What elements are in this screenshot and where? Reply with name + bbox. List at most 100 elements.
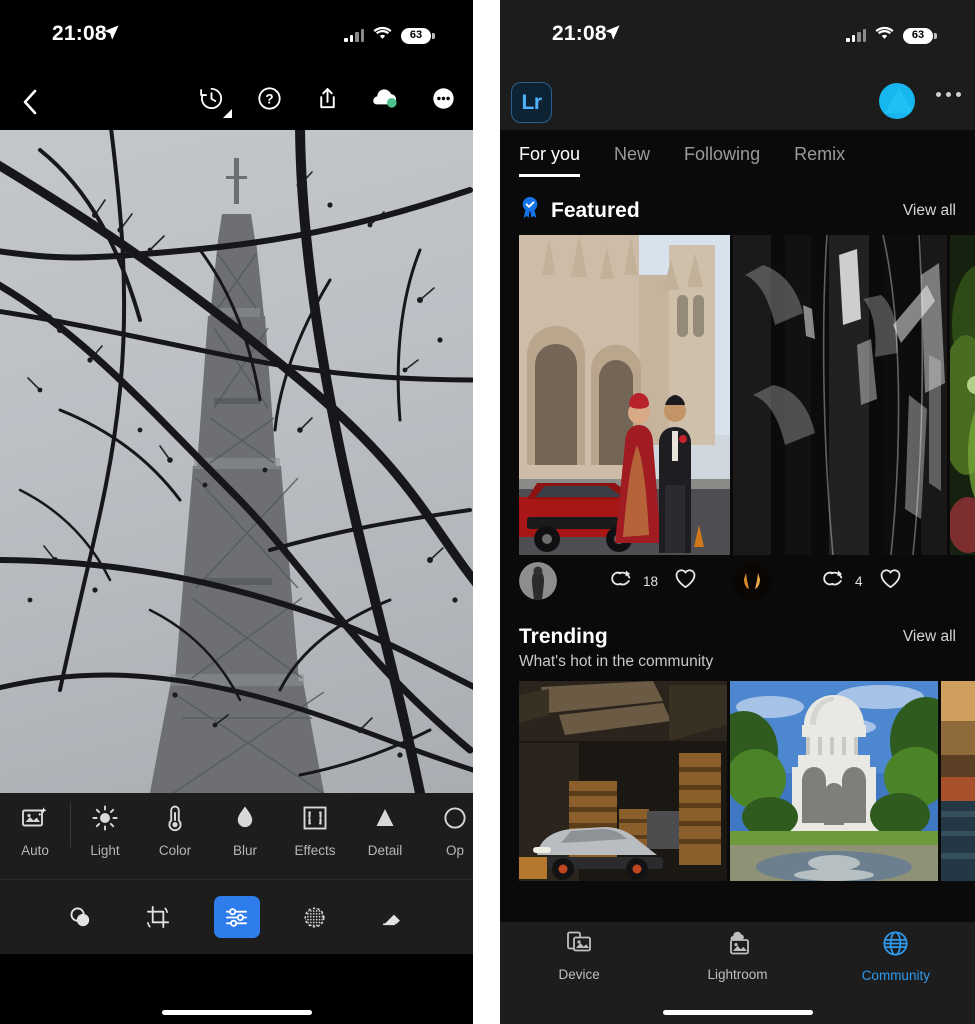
right-phone-screen: 21:08 63 Lr For you New Following Remix …: [500, 0, 975, 1024]
nav-label: Device: [558, 967, 600, 982]
trending-card[interactable]: [941, 681, 975, 881]
masking-button[interactable]: [292, 896, 338, 938]
trending-subtitle: What's hot in the community: [519, 653, 714, 670]
battery-indicator: 63: [903, 27, 937, 44]
frame-brackets-icon: [301, 803, 329, 833]
edit-tool-label: Auto: [21, 843, 49, 858]
featured-card-actions: 18: [611, 568, 697, 594]
location-arrow-icon: [103, 24, 120, 45]
edit-tool-label: Op: [445, 843, 464, 858]
edit-tool-color[interactable]: Color: [140, 793, 210, 858]
healing-eraser-button[interactable]: [370, 896, 416, 938]
nav-label: Lightroom: [707, 967, 768, 982]
battery-indicator: 63: [401, 27, 435, 44]
presets-button[interactable]: [58, 896, 104, 938]
status-time: 21:08: [52, 22, 107, 45]
featured-card[interactable]: [950, 235, 975, 555]
home-indicator: [662, 1010, 813, 1015]
crop-button[interactable]: [136, 896, 182, 938]
remix-icon[interactable]: [823, 569, 846, 593]
tab-remix[interactable]: Remix: [794, 144, 845, 169]
crop-rotate-icon: [146, 905, 170, 928]
screenshot-stage: 21:08 63 ? Auto Light Color Blur Effects…: [0, 0, 975, 1024]
location-arrow-icon: [604, 24, 621, 45]
tab-new[interactable]: New: [614, 144, 650, 169]
nav-device[interactable]: Device: [500, 930, 658, 982]
nav-label: Community: [861, 968, 930, 983]
bottom-navigation: Device Lightroom Community: [500, 922, 975, 1024]
tab-following[interactable]: Following: [684, 144, 760, 169]
featured-meta-row: 18 4: [500, 555, 975, 607]
device-photos-icon: [565, 930, 593, 961]
photo-canvas[interactable]: [0, 130, 473, 793]
lightroom-logo[interactable]: Lr: [511, 82, 552, 123]
cellular-bars-icon: [344, 29, 364, 42]
edit-tool-label: Detail: [367, 843, 403, 858]
featured-card[interactable]: [519, 235, 730, 555]
cloud-sync-icon[interactable]: [369, 82, 401, 114]
avatar[interactable]: [879, 83, 915, 119]
trending-photo-3: [941, 681, 975, 881]
community-header: Lr: [500, 72, 975, 130]
edit-tool-effects[interactable]: Effects: [280, 793, 350, 858]
cloud-photos-icon: [722, 930, 752, 961]
like-heart-icon[interactable]: [674, 568, 697, 594]
featured-title: Featured: [551, 198, 640, 222]
edit-tools-strip: Auto Light Color Blur Effects Detail Op: [0, 793, 473, 880]
help-icon[interactable]: ?: [253, 82, 285, 114]
lightroom-logo-text: Lr: [521, 90, 543, 114]
trending-photo-1: [519, 681, 727, 881]
status-time: 21:08: [552, 22, 607, 45]
nav-lightroom[interactable]: Lightroom: [658, 930, 816, 982]
editor-top-bar: ?: [0, 72, 473, 130]
dotted-circle-icon: [304, 906, 325, 928]
share-icon[interactable]: [311, 82, 343, 114]
edit-tool-label: Color: [158, 843, 192, 858]
home-indicator: [161, 1010, 312, 1015]
featured-card-row[interactable]: [500, 235, 975, 555]
trending-card-row[interactable]: [500, 681, 975, 881]
community-feed[interactable]: Featured View all 18 4 Trending View all…: [500, 182, 975, 1024]
more-options-icon[interactable]: [427, 82, 459, 114]
author-avatar[interactable]: [519, 562, 557, 600]
featured-view-all[interactable]: View all: [903, 202, 956, 220]
like-heart-icon[interactable]: [879, 568, 902, 594]
edit-tool-optics[interactable]: Op: [420, 793, 473, 858]
version-history-icon[interactable]: [195, 82, 232, 118]
trending-title: Trending: [519, 625, 608, 648]
edit-tool-auto[interactable]: Auto: [0, 793, 70, 858]
status-bar-left: 21:08 63: [0, 0, 473, 72]
trending-card[interactable]: [730, 681, 938, 881]
featured-card-actions: 4: [823, 568, 902, 594]
featured-photo-3: [950, 235, 975, 555]
editor-tool-icons: ?: [195, 82, 459, 118]
droplet-icon: [234, 803, 256, 833]
edit-sliders-button[interactable]: [213, 896, 260, 938]
sliders-icon: [225, 907, 248, 927]
featured-photo-1: [519, 235, 730, 555]
nav-community[interactable]: Community: [817, 930, 975, 983]
tab-for-you[interactable]: For you: [519, 144, 581, 177]
edit-tool-detail[interactable]: Detail: [350, 793, 420, 858]
more-options-icon[interactable]: [936, 92, 961, 97]
battery-level: 63: [409, 29, 423, 41]
edit-tool-label: Effects: [294, 843, 336, 858]
edit-mode-strip: [0, 880, 473, 954]
back-button[interactable]: [14, 86, 46, 118]
featured-photo-2: [733, 235, 947, 555]
svg-text:?: ?: [265, 91, 273, 106]
featured-card[interactable]: [733, 235, 947, 555]
community-tabs: For you New Following Remix: [500, 130, 975, 182]
auto-enhance-icon: [21, 803, 49, 833]
triangle-icon: [372, 803, 398, 833]
edit-tool-light[interactable]: Light: [70, 793, 140, 858]
status-indicators: 63: [344, 26, 435, 45]
trending-card[interactable]: [519, 681, 727, 881]
edited-photo: [0, 130, 473, 793]
trending-view-all[interactable]: View all: [903, 628, 956, 646]
tree-branches-art: [0, 130, 473, 793]
edit-tool-blur[interactable]: Blur: [210, 793, 280, 858]
remix-icon[interactable]: [611, 569, 634, 593]
author-avatar[interactable]: [733, 562, 771, 600]
wifi-icon: [373, 26, 392, 45]
